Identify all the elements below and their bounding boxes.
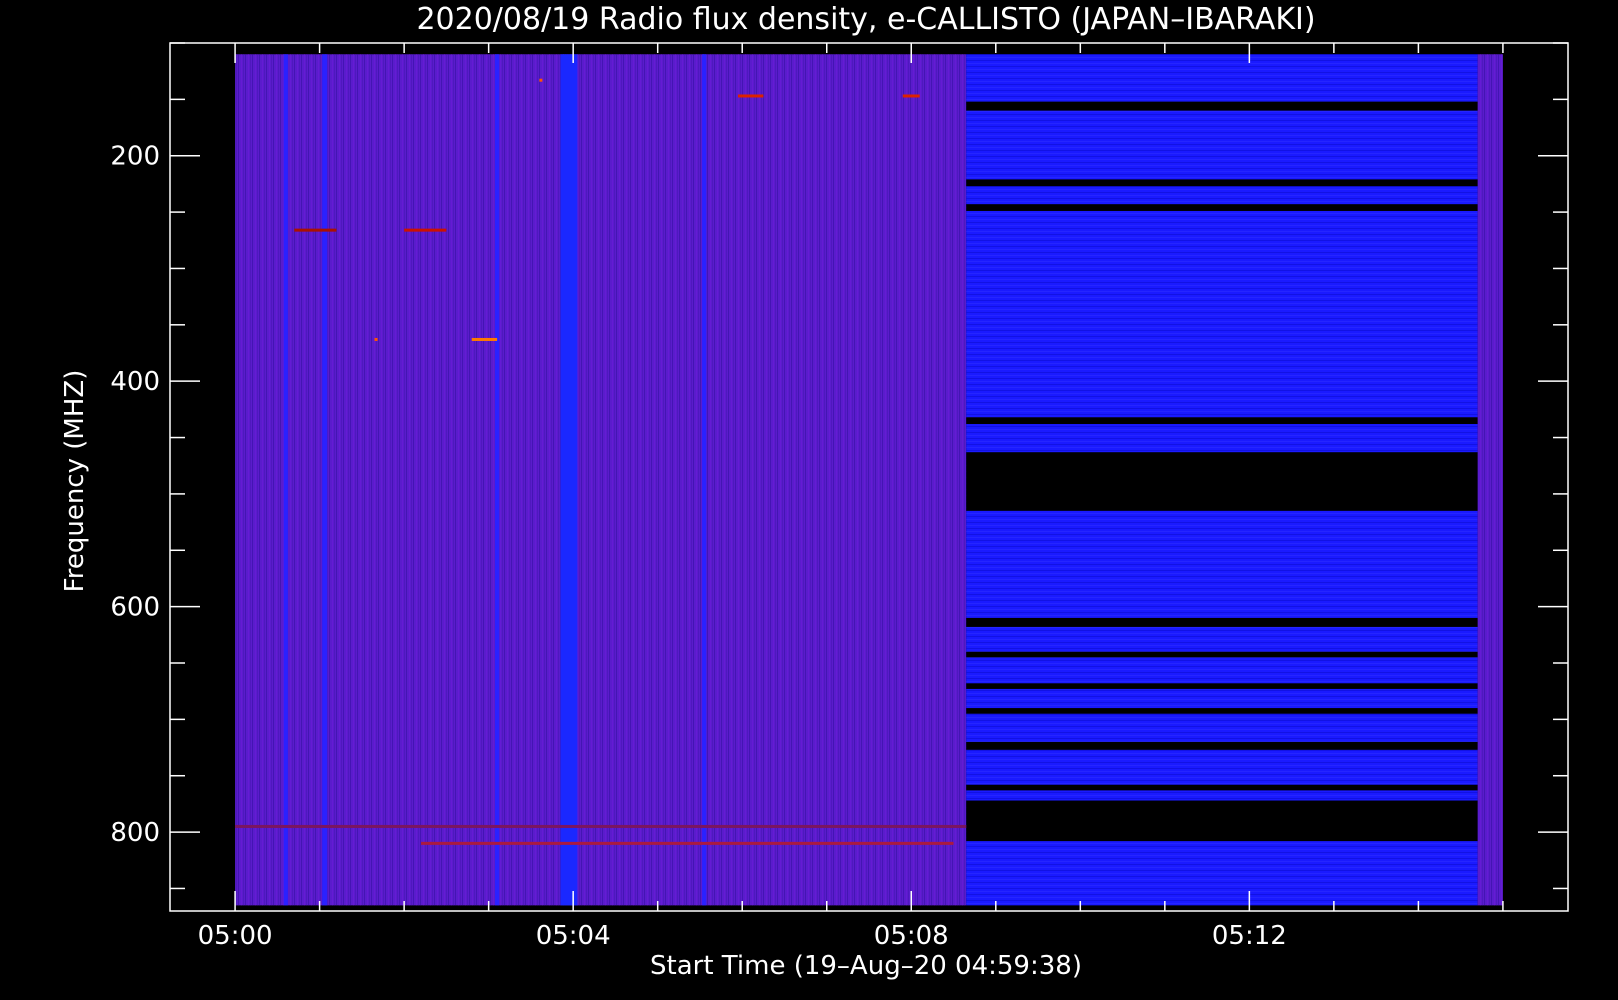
heatmap-red-marker [539,78,543,82]
y-tick-label: 800 [110,818,160,848]
y-tick-label: 600 [110,593,160,623]
heatmap-dark-band [966,417,1478,425]
heatmap-texture [235,54,967,906]
heatmap-dark-band [966,101,1478,111]
heatmap-layer [235,54,1503,906]
x-axis-label: Start Time (19–Aug–20 04:59:38) [650,951,1082,981]
x-tick-label: 05:04 [536,921,611,951]
heatmap-bright-column [283,54,288,906]
heatmap-red-marker [235,824,967,828]
heatmap-bright-column [494,54,500,906]
y-tick-label: 400 [110,367,160,397]
heatmap-dark-band [966,651,1478,658]
radio-spectrogram-chart: 2020/08/19 Radio flux density, e-CALLIST… [60,2,1569,981]
heatmap-texture [1477,54,1503,906]
heatmap-red-marker [294,228,337,232]
heatmap-dark-band [966,683,1478,689]
heatmap-red-marker [902,94,920,98]
y-axis-label: Frequency (MHZ) [60,370,90,593]
heatmap-dark-band [966,741,1478,750]
heatmap-dark-band [966,179,1478,187]
x-tick-label: 05:12 [1212,921,1287,951]
heatmap-bright-column [702,54,707,906]
heatmap-red-marker [737,94,764,98]
chart-title: 2020/08/19 Radio flux density, e-CALLIST… [416,2,1315,37]
y-tick-label: 200 [110,142,160,172]
heatmap-dark-band [966,452,1478,511]
heatmap-bright-column [560,54,578,906]
heatmap-dark-band [966,800,1478,842]
heatmap-dark-band [966,784,1478,791]
heatmap-dark-band [966,708,1478,714]
heatmap-red-marker [421,841,954,845]
heatmap-bright-column [322,54,328,906]
heatmap-dark-band [966,617,1478,627]
x-tick-label: 05:08 [874,921,949,951]
x-tick-label: 05:00 [198,921,273,951]
heatmap-dark-band [966,204,1478,211]
heatmap-red-marker [471,337,498,341]
heatmap-red-marker [374,337,378,341]
heatmap-red-marker [404,228,447,232]
